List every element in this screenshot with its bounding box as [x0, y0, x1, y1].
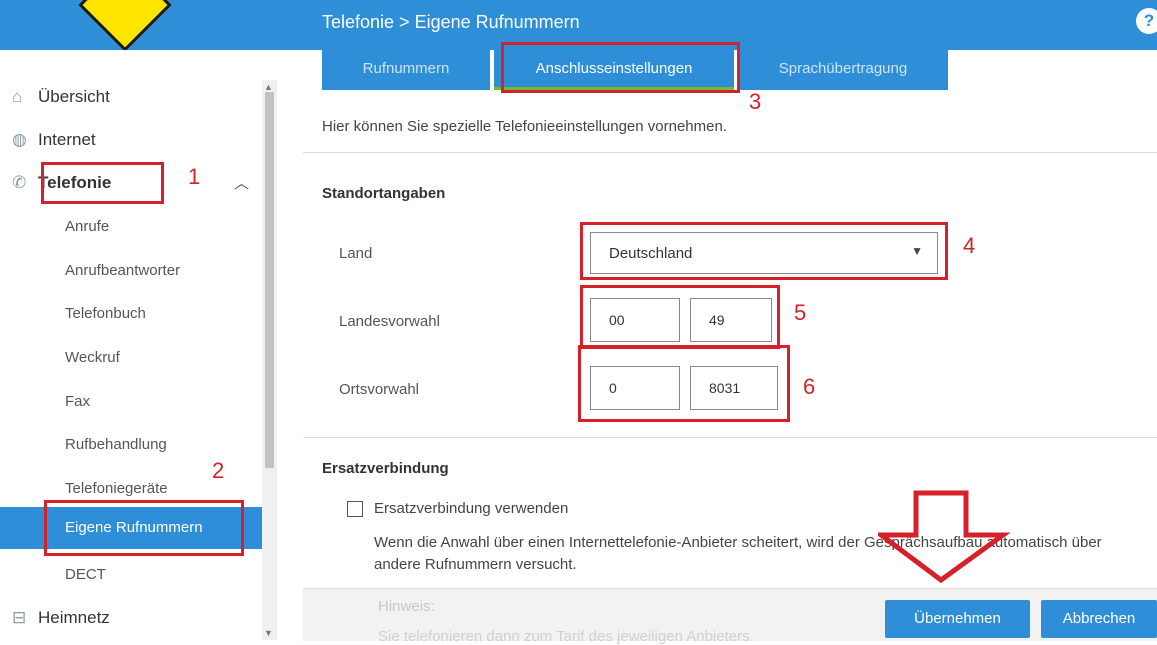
divider	[303, 437, 1157, 438]
sidebar-item-fax[interactable]: Fax	[65, 393, 90, 410]
landesvorwahl-prefix-input[interactable]	[590, 298, 680, 342]
annotation-number-3: 3	[749, 89, 762, 114]
ersatzverbindung-checkbox-label[interactable]: Ersatzverbindung verwenden	[374, 500, 568, 517]
sidebar-item-telefonie[interactable]: ✆ Telefonie	[12, 168, 111, 198]
logo[interactable]	[78, 0, 172, 52]
sidebar-scrollbar-thumb[interactable]	[265, 92, 274, 468]
annotation-number-6: 6	[803, 374, 816, 399]
section-title-standortangaben: Standortangaben	[322, 185, 446, 202]
annotation-number-1: 1	[188, 164, 201, 189]
sidebar-item-telefoniegeraete[interactable]: Telefoniegeräte	[65, 480, 168, 497]
cancel-button[interactable]: Abbrechen	[1041, 600, 1157, 638]
globe-icon: ◍	[12, 130, 27, 149]
help-icon[interactable]: ?	[1136, 8, 1157, 34]
annotation-number-5: 5	[794, 300, 807, 325]
apply-button[interactable]: Übernehmen	[885, 600, 1030, 638]
divider	[303, 152, 1157, 153]
tab-anschlusseinstellungen[interactable]: Anschlusseinstellungen	[494, 50, 734, 90]
sidebar-item-dect[interactable]: DECT	[65, 566, 106, 583]
sidebar-item-uebersicht[interactable]: ⌂ Übersicht	[12, 82, 110, 112]
tab-rufnummern[interactable]: Rufnummern	[322, 50, 490, 90]
hinweis-text: Sie telefonieren dann zum Tarif des jewe…	[378, 628, 754, 645]
sidebar-item-anrufbeantworter[interactable]: Anrufbeantworter	[65, 262, 180, 279]
sidebar-item-telefonbuch[interactable]: Telefonbuch	[65, 305, 146, 322]
hinweis-label: Hinweis:	[378, 598, 435, 615]
annotation-number-4: 4	[963, 233, 976, 258]
section-title-ersatzverbindung: Ersatzverbindung	[322, 460, 449, 477]
sidebar-item-weckruf[interactable]: Weckruf	[65, 349, 120, 366]
landesvorwahl-code-input[interactable]	[690, 298, 772, 342]
ortsvorwahl-label: Ortsvorwahl	[339, 381, 420, 398]
ortsvorwahl-code-input[interactable]	[690, 366, 778, 410]
header-bar: Telefonie > Eigene Rufnummern ?	[0, 0, 1157, 52]
sidebar-item-anrufe[interactable]: Anrufe	[65, 218, 109, 235]
sidebar-item-internet[interactable]: ◍ Internet	[12, 125, 96, 155]
sidebar-item-rufbehandlung[interactable]: Rufbehandlung	[65, 436, 167, 453]
land-select[interactable]: Deutschland ▼	[590, 232, 938, 274]
network-icon: ⊟	[12, 608, 27, 627]
dropdown-arrow-icon: ▼	[911, 244, 923, 258]
phone-icon: ✆	[12, 173, 27, 192]
landesvorwahl-label: Landesvorwahl	[339, 313, 440, 330]
sidebar-item-eigene-rufnummern-label: Eigene Rufnummern	[65, 519, 203, 536]
land-label: Land	[339, 245, 373, 262]
sidebar-item-heimnetz[interactable]: ⊟ Heimnetz	[12, 603, 110, 633]
ersatzverbindung-checkbox[interactable]	[347, 501, 363, 517]
page-title: Telefonie > Eigene Rufnummern	[322, 12, 580, 32]
scroll-down-icon[interactable]: ▼	[264, 628, 273, 638]
scroll-up-icon[interactable]: ▲	[264, 82, 273, 92]
intro-text: Hier können Sie spezielle Telefonieeinst…	[322, 118, 727, 135]
down-arrow-annotation-icon	[878, 490, 1011, 584]
tab-sprachuebertragung[interactable]: Sprachübertragung	[738, 50, 948, 90]
chevron-up-icon[interactable]: ︿	[234, 172, 249, 193]
home-icon: ⌂	[12, 87, 23, 106]
ortsvorwahl-prefix-input[interactable]	[590, 366, 680, 410]
annotation-number-2: 2	[212, 458, 225, 483]
